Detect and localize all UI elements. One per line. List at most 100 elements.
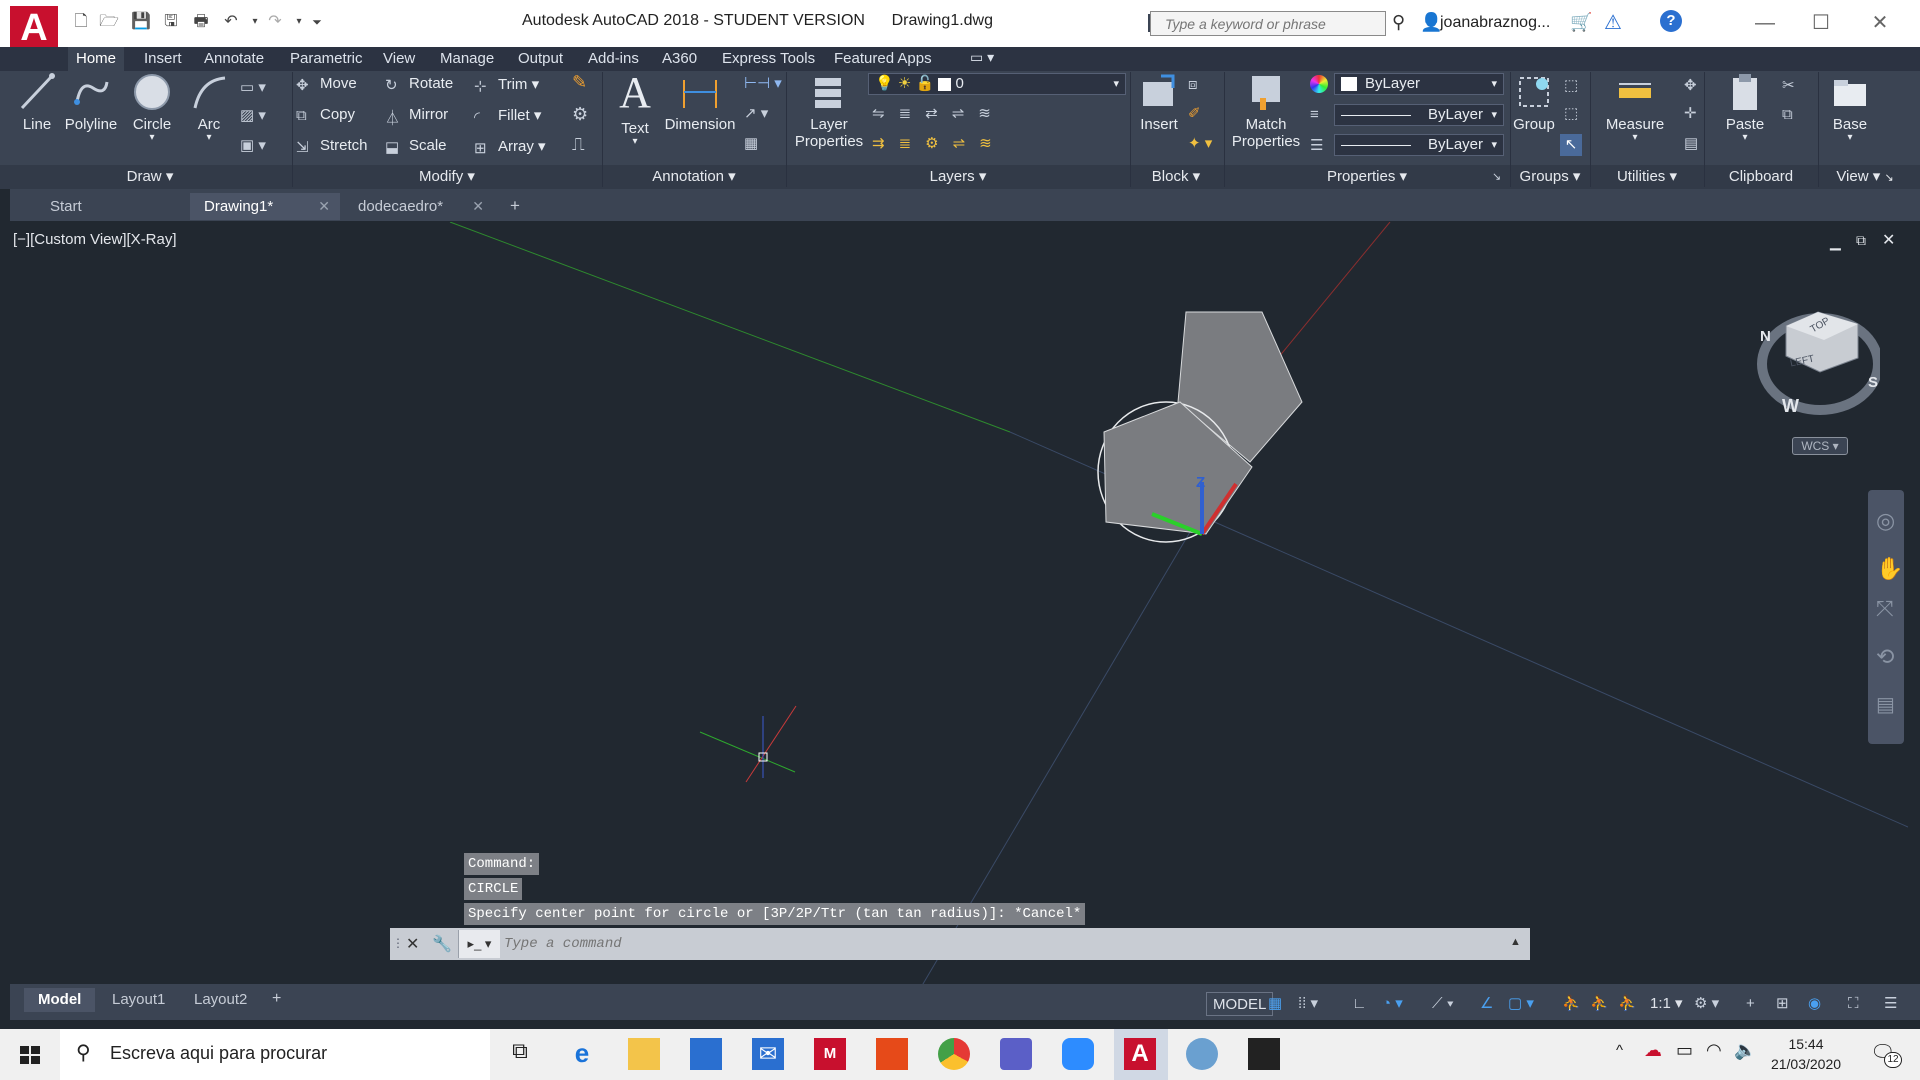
photos-icon[interactable] (1248, 1038, 1280, 1070)
workspace-gear-icon[interactable]: ⚙ ▾ (1694, 992, 1719, 1016)
microsoft-store-icon[interactable] (690, 1038, 722, 1070)
plot-icon[interactable]: 🖶 (190, 12, 212, 32)
save-as-icon[interactable]: 🖫 (160, 12, 182, 32)
ribbon-toggle-icon[interactable]: ▭ ▾ (970, 49, 994, 66)
rectangle-icon[interactable]: ▭ ▾ (240, 78, 276, 96)
battery-icon[interactable]: ▭ (1676, 1040, 1693, 1061)
edge-browser-icon[interactable]: e (566, 1038, 598, 1070)
circle-dropdown-icon[interactable]: ▾ (124, 133, 180, 143)
group-button[interactable]: Group (1512, 72, 1556, 133)
compass-north-label[interactable]: N (1760, 328, 1771, 345)
cut-icon[interactable]: ✂ (1782, 76, 1795, 94)
annotation-scale-icon[interactable]: ⛹ (1618, 992, 1637, 1016)
tab-manage[interactable]: Manage (432, 47, 502, 71)
mail-icon[interactable]: ✉ (752, 1038, 784, 1070)
snap-icon[interactable]: ⁞⁞ ▾ (1298, 992, 1318, 1016)
isodraft-icon[interactable]: ∠ (1480, 992, 1493, 1016)
tab-insert[interactable]: Insert (136, 47, 190, 71)
explode-icon[interactable]: ⚙ (572, 104, 588, 125)
linetype-dropdown[interactable]: ByLayer ▾ (1334, 104, 1504, 126)
viewport-minimize-icon[interactable]: ▁ (1830, 234, 1841, 251)
open-file-icon[interactable]: 🗁 (98, 12, 120, 32)
annotation-visibility-icon[interactable]: ⛹ (1562, 992, 1581, 1016)
autocad-icon[interactable]: A (1124, 1038, 1156, 1070)
taskbar-clock[interactable]: 15:44 21/03/2020 (1758, 1034, 1854, 1074)
show-hidden-icons-chevron-icon[interactable]: ^ (1616, 1042, 1623, 1059)
erase-icon[interactable]: ✎ (572, 72, 587, 93)
table-icon[interactable]: ▦ (744, 134, 758, 152)
customize-toolbar-icon[interactable]: ⏷ (306, 12, 328, 32)
command-line-grip-icon[interactable]: ⋮ (392, 936, 404, 950)
annotation-scale-value[interactable]: 1:1 ▾ (1650, 992, 1683, 1016)
edit-attributes-icon[interactable]: ✦ ▾ (1188, 134, 1212, 152)
dimension-button[interactable]: Dimension (662, 72, 738, 133)
layer-dropdown[interactable]: 💡 ☀ 🔓 0 ▾ (868, 73, 1126, 95)
text-button[interactable]: A Text ▾ (612, 70, 658, 147)
layers-panel-label[interactable]: Layers ▾ (788, 165, 1128, 189)
minimize-button[interactable]: — (1740, 8, 1790, 38)
viewport-controls-label[interactable]: [−][Custom View][X-Ray] (13, 231, 177, 248)
application-menu-button[interactable]: A (10, 6, 58, 50)
wcs-menu-button[interactable]: WCS ▾ (1792, 437, 1848, 455)
annotation-panel-label[interactable]: Annotation ▾ (604, 165, 784, 189)
linear-dim-icon[interactable]: ⊢⊣ ▾ (744, 74, 782, 92)
steering-wheel-icon[interactable]: ◎ (1876, 508, 1895, 534)
viewport-restore-icon[interactable]: ⧉ (1856, 232, 1866, 249)
arc-button[interactable]: Arc ▾ (186, 72, 232, 143)
trim-button[interactable]: ⊹ Trim ▾ (474, 75, 539, 95)
line-button[interactable]: Line (14, 72, 60, 133)
mcafee-icon[interactable]: M (814, 1038, 846, 1070)
close-tab-icon[interactable]: ✕ (318, 193, 330, 220)
cart-icon[interactable]: 🛒 (1570, 12, 1592, 33)
quick-select-icon[interactable]: ✥ (1684, 76, 1697, 94)
properties-dialog-launcher-icon[interactable]: ↘ (1492, 170, 1501, 183)
group-selection-icon[interactable]: ↖ (1560, 134, 1582, 156)
calculator-icon[interactable]: ▤ (1684, 134, 1698, 152)
zoom-icon[interactable] (1062, 1038, 1094, 1070)
clean-screen-icon[interactable]: ⛶ (1848, 992, 1859, 1016)
block-panel-label[interactable]: Block ▾ (1132, 165, 1220, 189)
tab-layout2[interactable]: Layout2 (180, 988, 261, 1012)
utilities-panel-label[interactable]: Utilities ▾ (1592, 165, 1702, 189)
match-properties-button[interactable]: Match Properties (1228, 72, 1304, 150)
measure-button[interactable]: Measure ▾ (1598, 72, 1672, 143)
tab-annotate[interactable]: Annotate (196, 47, 272, 71)
offset-icon[interactable]: ⎍ (572, 134, 585, 155)
polar-icon[interactable]: ◔ ▾ (1382, 992, 1403, 1016)
wifi-icon[interactable]: ◠ (1706, 1040, 1722, 1061)
grid-icon[interactable]: ▦ (1268, 992, 1282, 1016)
tab-home[interactable]: Home (68, 47, 125, 71)
create-block-icon[interactable]: ⧈ (1188, 76, 1198, 93)
text-dropdown-icon[interactable]: ▾ (612, 137, 658, 147)
pan-hand-icon[interactable]: ✋ (1876, 556, 1903, 582)
tab-layout1[interactable]: Layout1 (98, 988, 179, 1012)
new-file-icon[interactable]: 🗋 (70, 12, 92, 32)
command-customize-wrench-icon[interactable]: 🔧 (432, 934, 452, 954)
model-space-canvas[interactable] (10, 222, 1908, 989)
measure-dropdown-icon[interactable]: ▾ (1598, 133, 1672, 143)
tab-model[interactable]: Model (24, 988, 96, 1012)
tab-parametric[interactable]: Parametric (282, 47, 371, 71)
tab-view[interactable]: View (375, 47, 423, 71)
annotation-monitor-icon[interactable]: + (1746, 992, 1755, 1016)
fillet-button[interactable]: ◜ Fillet ▾ (474, 106, 541, 126)
task-view-icon[interactable]: ⧉ (504, 1038, 536, 1070)
layer-properties-button[interactable]: Layer Properties (794, 72, 864, 150)
antivirus-tray-icon[interactable]: ☁ (1644, 1040, 1662, 1061)
layer-tools-row-1[interactable]: ⇋≣⇄⇌≋ (872, 104, 1005, 122)
lineweight-dropdown[interactable]: ByLayer ▾ (1334, 134, 1504, 156)
boundary-icon[interactable]: ▣ ▾ (240, 136, 276, 154)
object-snap-icon[interactable]: ▢ ▾ (1508, 992, 1534, 1016)
tab-a360[interactable]: A360 (654, 47, 705, 71)
stretch-button[interactable]: ⇲ Stretch (296, 137, 368, 156)
properties-panel-label[interactable]: Properties ▾ (1226, 165, 1508, 189)
viewport-close-icon[interactable]: ✕ (1882, 230, 1895, 250)
scale-button[interactable]: ⬓ Scale (385, 137, 447, 156)
compass-west-label[interactable]: W (1782, 396, 1799, 417)
view-panel-label[interactable]: View ▾ ↘ (1820, 165, 1910, 189)
close-button[interactable]: ✕ (1855, 8, 1905, 38)
layer-tools-row-2[interactable]: ⇉≣⚙⇌≋ (872, 134, 1006, 152)
redo-icon[interactable]: ↷ (264, 12, 286, 32)
compass-south-label[interactable]: S (1868, 374, 1878, 391)
save-icon[interactable]: 💾 (130, 12, 152, 32)
